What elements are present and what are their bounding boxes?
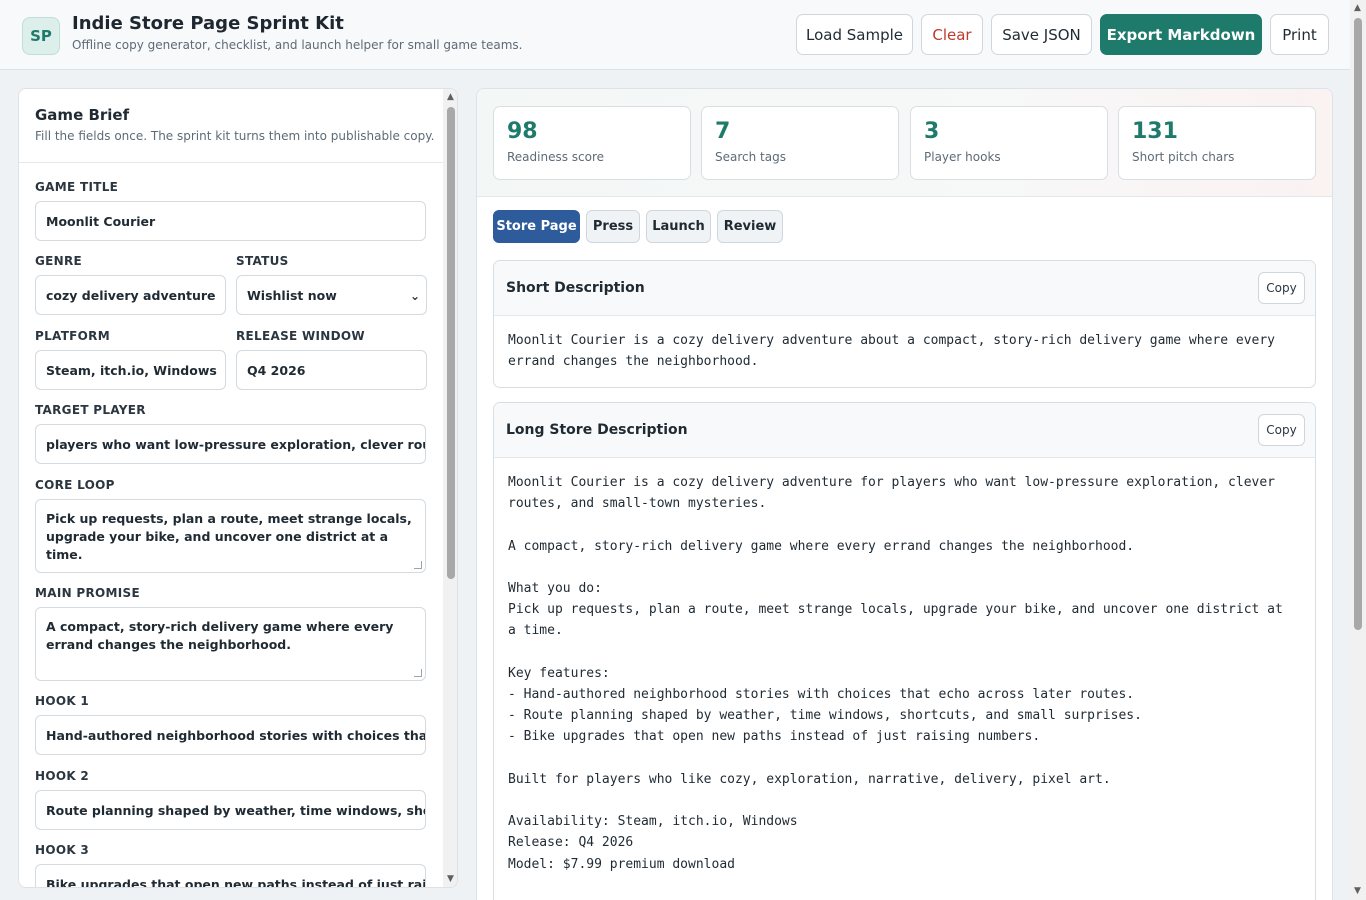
- stat-readiness: 98 Readiness score: [493, 106, 691, 180]
- stat-value: 7: [715, 119, 731, 144]
- game-title-input[interactable]: Moonlit Courier: [35, 201, 426, 241]
- clear-button[interactable]: Clear: [921, 14, 983, 55]
- resize-handle-icon[interactable]: [414, 561, 422, 569]
- output-panel: 98 Readiness score 7 Search tags 3 Playe…: [476, 88, 1333, 900]
- copy-button[interactable]: Copy: [1258, 414, 1305, 446]
- stat-short-pitch-chars: 131 Short pitch chars: [1118, 106, 1316, 180]
- game-brief-header: Game Brief Fill the fields once. The spr…: [19, 89, 443, 163]
- stat-label: Player hooks: [924, 150, 1001, 164]
- stat-value: 3: [924, 119, 940, 144]
- game-title-label: GAME TITLE: [35, 180, 119, 194]
- genre-label: GENRE: [35, 254, 83, 268]
- status-select-value: Wishlist now: [247, 287, 337, 303]
- app-header: SP Indie Store Page Sprint Kit Offline c…: [0, 0, 1350, 70]
- page-scrollbar-thumb[interactable]: [1354, 18, 1362, 630]
- stat-value: 131: [1132, 119, 1178, 144]
- stat-label: Short pitch chars: [1132, 150, 1235, 164]
- stats-band: 98 Readiness score 7 Search tags 3 Playe…: [477, 89, 1332, 197]
- main-promise-text: A compact, story-rich delivery game wher…: [46, 619, 394, 652]
- stat-label: Search tags: [715, 150, 786, 164]
- page-scroll-down-arrow-icon[interactable]: ▼: [1354, 886, 1361, 896]
- app-title: Indie Store Page Sprint Kit: [72, 13, 344, 34]
- hook-2-label: HOOK 2: [35, 769, 90, 783]
- card-header: Long Store Description Copy: [494, 403, 1315, 458]
- short-description-text: Moonlit Courier is a cozy delivery adven…: [508, 333, 1283, 370]
- stat-search-tags: 7 Search tags: [701, 106, 899, 180]
- resize-handle-icon[interactable]: [414, 669, 422, 677]
- card-title: Short Description: [506, 280, 645, 296]
- page-scroll-up-arrow-icon[interactable]: ▲: [1354, 3, 1361, 13]
- target-player-input[interactable]: players who want low-pressure exploratio…: [35, 424, 426, 464]
- tab-store-page[interactable]: Store Page: [493, 210, 580, 243]
- card-title: Long Store Description: [506, 422, 688, 438]
- hook-3-label: HOOK 3: [35, 843, 90, 857]
- app-logo: SP: [22, 17, 60, 55]
- platform-input[interactable]: Steam, itch.io, Windows: [35, 350, 226, 390]
- long-description-text: Moonlit Courier is a cozy delivery adven…: [508, 475, 1283, 872]
- load-sample-button[interactable]: Load Sample: [796, 14, 913, 55]
- game-brief-subtitle: Fill the fields once. The sprint kit tur…: [35, 129, 435, 143]
- tab-launch[interactable]: Launch: [646, 210, 711, 243]
- core-loop-textarea[interactable]: Pick up requests, plan a route, meet str…: [35, 499, 426, 573]
- long-description-card: Long Store Description Copy Moonlit Cour…: [493, 402, 1316, 900]
- status-label: STATUS: [236, 254, 289, 268]
- export-markdown-button[interactable]: Export Markdown: [1100, 14, 1262, 55]
- core-loop-text: Pick up requests, plan a route, meet str…: [46, 511, 412, 562]
- scroll-up-arrow-icon[interactable]: ▲: [447, 92, 454, 102]
- hook-1-label: HOOK 1: [35, 694, 90, 708]
- status-select[interactable]: Wishlist now ⌄: [236, 275, 427, 315]
- release-window-input[interactable]: Q4 2026: [236, 350, 427, 390]
- copy-button[interactable]: Copy: [1258, 272, 1305, 304]
- hook-2-input[interactable]: Route planning shaped by weather, time w…: [35, 790, 426, 830]
- game-brief-panel: Game Brief Fill the fields once. The spr…: [18, 88, 458, 888]
- brief-scrollbar-thumb[interactable]: [447, 107, 455, 579]
- scroll-down-arrow-icon[interactable]: ▼: [447, 874, 454, 884]
- short-description-card: Short Description Copy Moonlit Courier i…: [493, 260, 1316, 388]
- release-window-label: RELEASE WINDOW: [236, 329, 365, 343]
- card-header: Short Description Copy: [494, 261, 1315, 316]
- hook-1-input[interactable]: Hand-authored neighborhood stories with …: [35, 715, 426, 755]
- stat-value: 98: [507, 119, 538, 144]
- app-subtitle: Offline copy generator, checklist, and l…: [72, 38, 523, 52]
- tab-review[interactable]: Review: [717, 210, 783, 243]
- main-promise-label: MAIN PROMISE: [35, 586, 140, 600]
- target-player-label: TARGET PLAYER: [35, 403, 146, 417]
- platform-label: PLATFORM: [35, 329, 110, 343]
- stat-player-hooks: 3 Player hooks: [910, 106, 1108, 180]
- stat-label: Readiness score: [507, 150, 605, 164]
- hook-3-input[interactable]: Bike upgrades that open new paths instea…: [35, 864, 426, 887]
- save-json-button[interactable]: Save JSON: [991, 14, 1092, 55]
- main-promise-textarea[interactable]: A compact, story-rich delivery game wher…: [35, 607, 426, 681]
- tab-press[interactable]: Press: [586, 210, 640, 243]
- core-loop-label: CORE LOOP: [35, 478, 115, 492]
- game-brief-title: Game Brief: [35, 106, 130, 124]
- genre-input[interactable]: cozy delivery adventure: [35, 275, 226, 315]
- chevron-down-icon: ⌄: [409, 289, 420, 303]
- print-button[interactable]: Print: [1270, 14, 1329, 55]
